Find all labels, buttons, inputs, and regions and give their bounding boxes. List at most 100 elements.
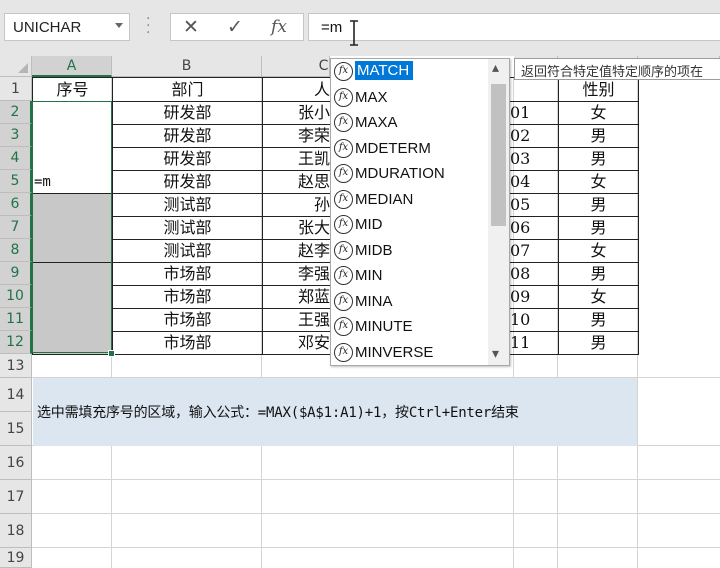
name-box[interactable]: UNICHAR xyxy=(4,13,130,41)
dept-cell[interactable]: 市场部 xyxy=(113,263,262,285)
function-icon: fx xyxy=(334,317,353,336)
name-box-value: UNICHAR xyxy=(13,19,82,36)
id-cell[interactable]: 07 xyxy=(510,240,558,262)
row-header-1[interactable]: 1 xyxy=(0,77,32,101)
instruction-note[interactable]: 选中需填充序号的区域，输入公式：=MAX($A$1:A1)+1，按Ctrl+En… xyxy=(33,378,637,446)
name-cell[interactable]: 赵思 xyxy=(263,171,330,193)
id-cell[interactable]: 03 xyxy=(510,148,558,170)
name-cell[interactable]: 张大 xyxy=(263,217,330,239)
row-header-13[interactable]: 13 xyxy=(0,354,32,378)
row-header-8[interactable]: 8 xyxy=(0,239,32,262)
id-cell[interactable]: 06 xyxy=(510,217,558,239)
name-cell[interactable]: 李荣 xyxy=(263,125,330,147)
column-header-c[interactable]: C xyxy=(262,56,330,77)
header-cell-gender[interactable]: 性别 xyxy=(559,78,638,101)
row-header-10[interactable]: 10 xyxy=(0,285,32,308)
function-icon: fx xyxy=(334,113,353,132)
dept-cell[interactable]: 市场部 xyxy=(113,309,262,331)
autocomplete-item[interactable]: fx MIDB xyxy=(333,238,491,264)
name-cell[interactable]: 赵李 xyxy=(263,240,330,262)
gender-cell[interactable]: 男 xyxy=(559,125,638,147)
gender-cell[interactable]: 男 xyxy=(559,332,638,354)
gender-cell[interactable]: 男 xyxy=(559,148,638,170)
gender-cell[interactable]: 女 xyxy=(559,240,638,262)
row-header-14[interactable]: 14 xyxy=(0,378,32,412)
name-box-dropdown-icon[interactable] xyxy=(115,23,123,28)
row-header-17[interactable]: 17 xyxy=(0,480,32,514)
row-header-19[interactable]: 19 xyxy=(0,548,32,568)
row-header-15[interactable]: 15 xyxy=(0,412,32,446)
name-cell[interactable]: 李强 xyxy=(263,263,330,285)
dept-cell[interactable]: 测试部 xyxy=(113,194,262,216)
autocomplete-item[interactable]: fx MINUTE xyxy=(333,314,491,340)
enter-check-icon[interactable]: ✓ xyxy=(215,14,255,40)
name-cell[interactable]: 邓安 xyxy=(263,332,330,354)
id-cell[interactable]: 10 xyxy=(510,309,558,331)
autocomplete-item[interactable]: fx MAX xyxy=(333,85,491,111)
cancel-icon[interactable]: ✕ xyxy=(171,14,211,40)
dept-cell[interactable]: 市场部 xyxy=(113,332,262,354)
row-header-4[interactable]: 4 xyxy=(0,147,32,170)
id-cell[interactable]: 05 xyxy=(510,194,558,216)
gender-cell[interactable]: 女 xyxy=(559,102,638,124)
autocomplete-item[interactable]: fx MID xyxy=(333,212,491,238)
name-cell[interactable]: 郑蓝 xyxy=(263,286,330,308)
dept-cell[interactable]: 研发部 xyxy=(113,148,262,170)
column-header-a[interactable]: A xyxy=(32,56,112,77)
splitter-dots-icon[interactable]: · · · xyxy=(146,12,150,40)
name-cell[interactable]: 王强 xyxy=(263,309,330,331)
name-cell[interactable]: 张小 xyxy=(263,102,330,124)
dept-cell[interactable]: 市场部 xyxy=(113,286,262,308)
header-cell-name[interactable]: 人 xyxy=(263,78,330,101)
id-cell[interactable]: 11 xyxy=(510,332,558,354)
row-header-3[interactable]: 3 xyxy=(0,124,32,147)
row-header-5[interactable]: 5 xyxy=(0,170,32,193)
gender-cell[interactable]: 男 xyxy=(559,309,638,331)
row-header-11[interactable]: 11 xyxy=(0,308,32,331)
autocomplete-item[interactable]: fx MAXA xyxy=(333,110,491,136)
row-header-16[interactable]: 16 xyxy=(0,446,32,480)
function-autocomplete-list[interactable]: fx MATCH fx MAX fx MAXA fx MDETERM fx MD… xyxy=(330,58,510,366)
id-cell[interactable]: 02 xyxy=(510,125,558,147)
id-cell[interactable]: 01 xyxy=(510,102,558,124)
row-header-9[interactable]: 9 xyxy=(0,262,32,285)
autocomplete-item[interactable]: fx MIN xyxy=(333,263,491,289)
gender-cell[interactable]: 男 xyxy=(559,217,638,239)
autocomplete-item[interactable]: fx MINA xyxy=(333,289,491,315)
row-header-2[interactable]: 2 xyxy=(0,101,32,124)
row-header-12[interactable]: 12 xyxy=(0,331,32,354)
row-header-6[interactable]: 6 xyxy=(0,193,32,216)
autocomplete-item[interactable]: fx MEDIAN xyxy=(333,187,491,213)
dept-cell[interactable]: 研发部 xyxy=(113,171,262,193)
gender-cell[interactable]: 女 xyxy=(559,171,638,193)
gender-cell[interactable]: 女 xyxy=(559,286,638,308)
formula-input[interactable]: =m xyxy=(308,13,720,41)
autocomplete-item[interactable]: fx MATCH xyxy=(333,59,491,85)
fill-handle[interactable] xyxy=(108,350,115,357)
insert-function-icon[interactable]: fx xyxy=(259,14,299,40)
scroll-down-icon[interactable]: ▾ xyxy=(492,347,499,361)
name-cell[interactable]: 孙 xyxy=(263,194,330,216)
name-cell[interactable]: 王凯 xyxy=(263,148,330,170)
header-cell-dept[interactable]: 部门 xyxy=(113,78,262,101)
row-header-18[interactable]: 18 xyxy=(0,514,32,548)
scrollbar-thumb[interactable] xyxy=(491,84,506,226)
header-cell-index[interactable]: 序号 xyxy=(33,78,112,101)
autocomplete-item[interactable]: fx MDURATION xyxy=(333,161,491,187)
gender-cell[interactable]: 男 xyxy=(559,263,638,285)
autocomplete-item[interactable]: fx MDETERM xyxy=(333,136,491,162)
dept-cell[interactable]: 研发部 xyxy=(113,102,262,124)
id-cell[interactable]: 08 xyxy=(510,263,558,285)
id-cell[interactable]: 09 xyxy=(510,286,558,308)
dept-cell[interactable]: 测试部 xyxy=(113,217,262,239)
scroll-up-icon[interactable]: ▴ xyxy=(492,61,499,75)
select-all-corner[interactable] xyxy=(0,56,32,77)
autocomplete-item[interactable]: fx MINVERSE xyxy=(333,340,491,366)
gender-cell[interactable]: 男 xyxy=(559,194,638,216)
id-cell[interactable]: 04 xyxy=(510,171,558,193)
column-header-b[interactable]: B xyxy=(112,56,262,77)
dept-cell[interactable]: 测试部 xyxy=(113,240,262,262)
function-name: MIN xyxy=(355,267,383,284)
row-header-7[interactable]: 7 xyxy=(0,216,32,239)
dept-cell[interactable]: 研发部 xyxy=(113,125,262,147)
